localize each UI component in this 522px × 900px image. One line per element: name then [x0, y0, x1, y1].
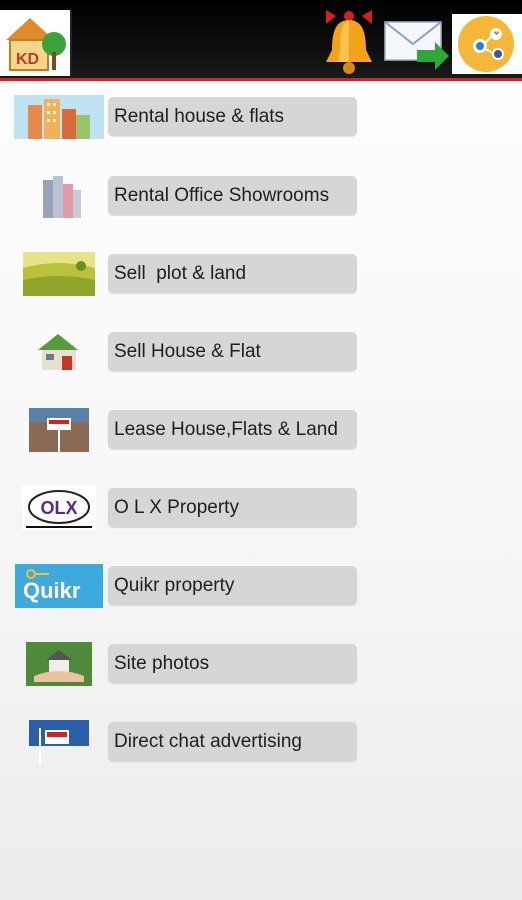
mail-forward-icon[interactable]	[383, 16, 451, 72]
menu-item-label[interactable]: Rental Office Showrooms	[108, 176, 357, 215]
olx-logo-icon: OLX	[14, 484, 104, 532]
menu-item-label[interactable]: Sell House & Flat	[108, 332, 357, 371]
menu-row-sell-plot[interactable]: Sell plot & land	[0, 244, 522, 304]
menu-item-label[interactable]: Direct chat advertising	[108, 722, 357, 761]
menu-item-label[interactable]: Lease House,Flats & Land	[108, 410, 357, 449]
bell-icon[interactable]	[318, 6, 380, 78]
svg-text:Quikr: Quikr	[23, 578, 81, 603]
menu-item-label[interactable]: Quikr property	[108, 566, 357, 605]
menu-row-rental-office[interactable]: Rental Office Showrooms	[0, 166, 522, 226]
quikr-logo-icon: Quikr	[14, 562, 104, 610]
house-in-hand-icon	[14, 640, 104, 688]
house-icon	[14, 328, 104, 376]
menu-item-label[interactable]: Rental house & flats	[108, 97, 357, 136]
office-towers-icon	[14, 172, 104, 220]
menu-row-direct-chat[interactable]: Direct chat advertising	[0, 712, 522, 772]
app-logo-icon[interactable]: KD	[0, 10, 72, 76]
menu-item-label[interactable]: Site photos	[108, 644, 357, 683]
menu-row-site-photos[interactable]: Site photos	[0, 634, 522, 694]
menu-row-sell-house[interactable]: Sell House & Flat	[0, 322, 522, 382]
header-divider	[0, 78, 522, 81]
svg-text:KD: KD	[16, 51, 39, 68]
sale-sign-icon	[14, 718, 104, 766]
share-social-icon[interactable]	[452, 14, 522, 74]
menu-row-quikr[interactable]: Quikr Quikr property	[0, 556, 522, 616]
farmland-icon	[14, 250, 104, 298]
menu-item-label[interactable]: Sell plot & land	[108, 254, 357, 293]
menu-item-label[interactable]: O L X Property	[108, 488, 357, 527]
menu-row-lease[interactable]: Lease House,Flats & Land	[0, 400, 522, 460]
svg-text:OLX: OLX	[40, 498, 77, 518]
menu-row-olx[interactable]: OLX O L X Property	[0, 478, 522, 538]
sold-sign-icon	[14, 406, 104, 454]
menu-row-rental-house[interactable]: Rental house & flats	[0, 87, 522, 147]
top-toolbar: KD	[0, 0, 522, 78]
apartment-buildings-icon	[14, 93, 104, 141]
